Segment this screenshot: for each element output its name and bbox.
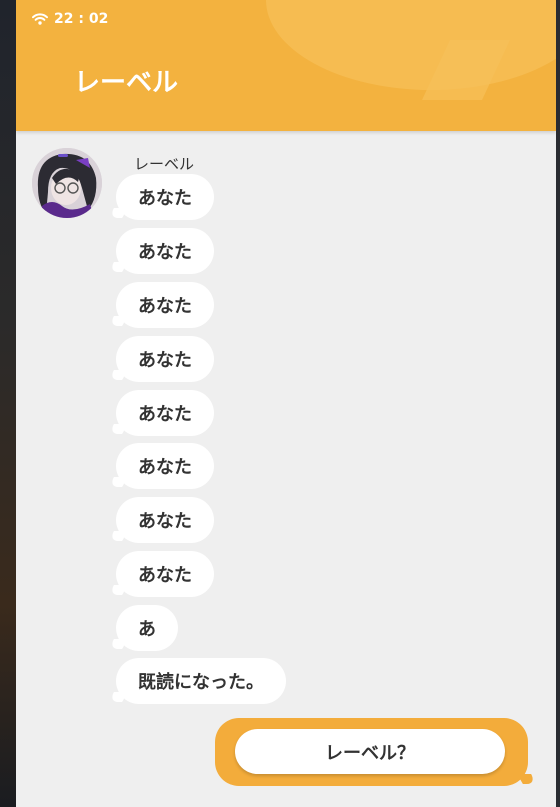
status-bar: 22 : 02 bbox=[32, 10, 108, 28]
chat-header: 22 : 02 レーベル bbox=[16, 0, 556, 131]
message-bubble: あなた bbox=[116, 497, 214, 543]
avatar-image bbox=[32, 148, 102, 218]
sender-name: レーベル bbox=[134, 155, 195, 173]
status-time: 22 : 02 bbox=[54, 11, 109, 27]
message-bubble: あなた bbox=[116, 551, 214, 597]
message-bubble: あなた bbox=[116, 443, 214, 489]
message-bubble: あなた bbox=[116, 228, 214, 274]
message-bubble: あ bbox=[116, 605, 178, 651]
message-bubble: 既読になった。 bbox=[116, 658, 286, 704]
wifi-icon bbox=[32, 13, 48, 25]
message-bubble: あなた bbox=[116, 336, 214, 382]
message-bubble: あなた bbox=[116, 390, 214, 436]
reply-panel: レーベル？ bbox=[215, 718, 528, 786]
header-decoration bbox=[266, 0, 556, 90]
chat-title: レーベル bbox=[74, 68, 179, 98]
reply-option-button[interactable]: レーベル？ bbox=[235, 729, 505, 774]
message-bubble: あなた bbox=[116, 282, 214, 328]
phone-chat-screen: 22 : 02 レーベル レーベル あなた あなた あなた あなた あなた あな… bbox=[16, 0, 556, 807]
message-bubble: あなた bbox=[116, 174, 214, 220]
avatar bbox=[32, 148, 102, 218]
